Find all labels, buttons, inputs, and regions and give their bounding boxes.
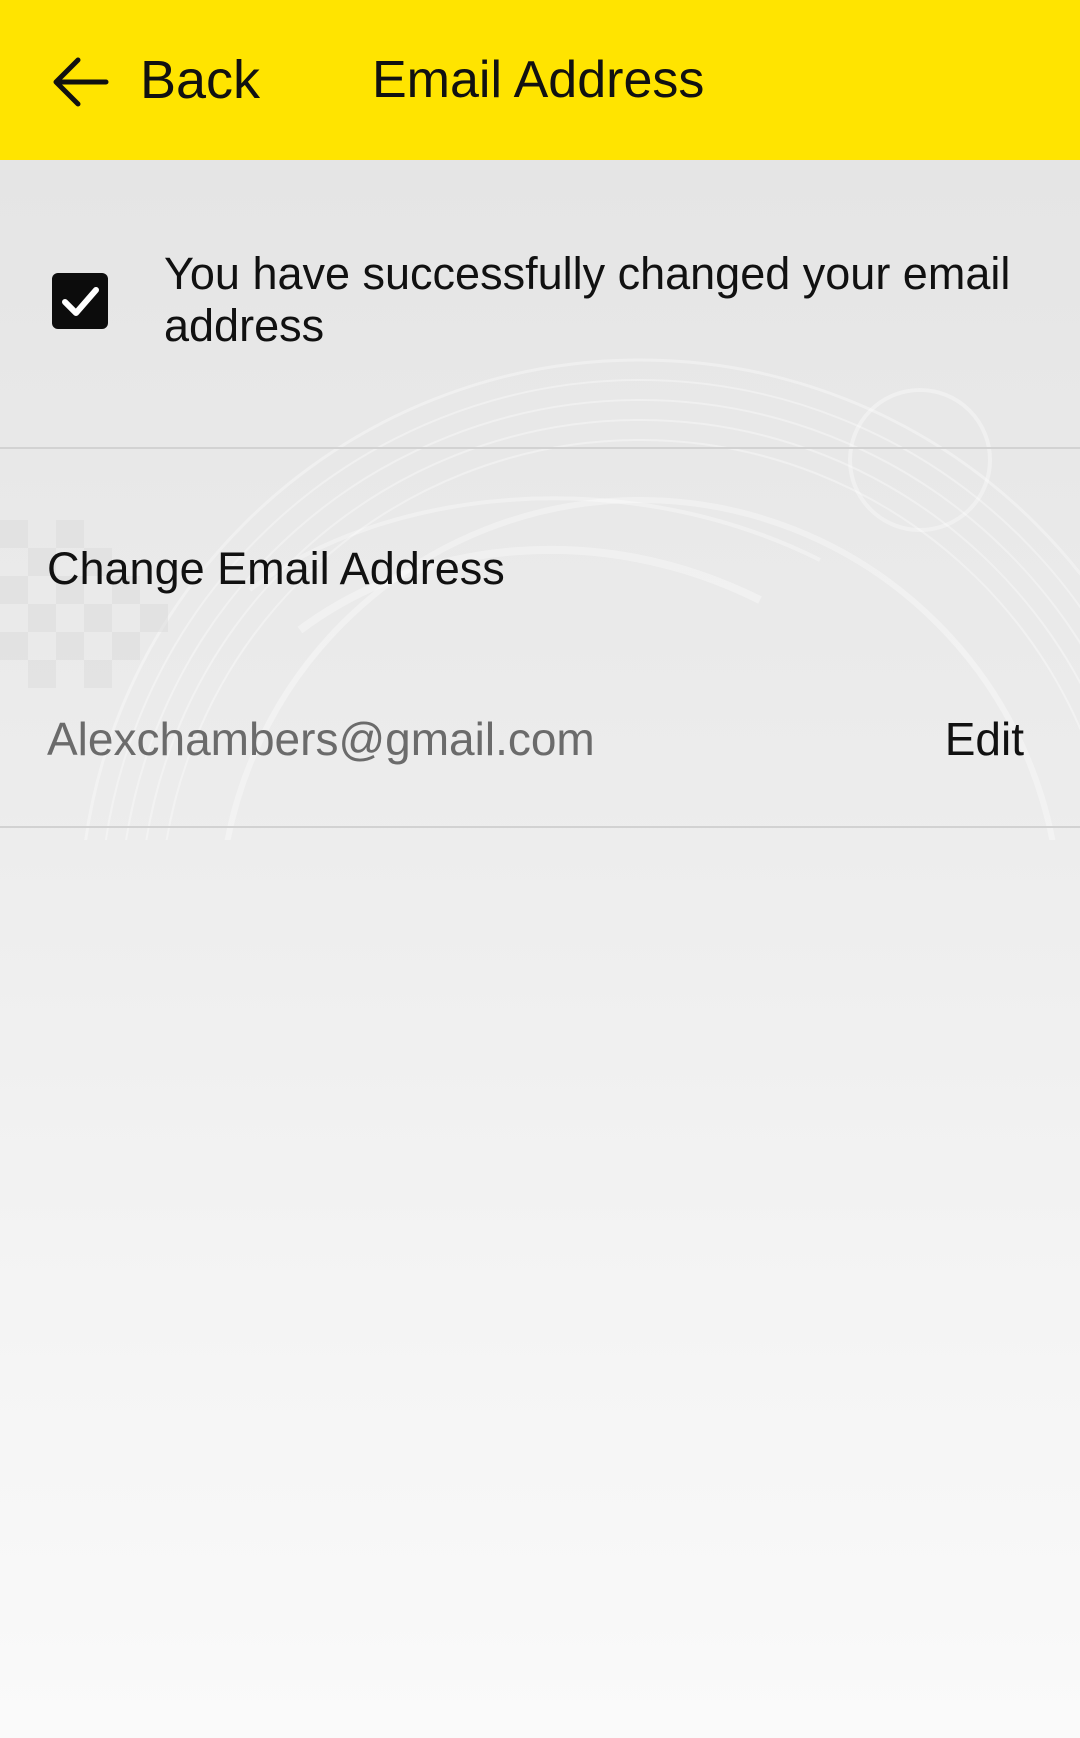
checkbox-checked-icon <box>52 273 108 329</box>
app-header: Back Email Address <box>0 0 1080 160</box>
back-label: Back <box>140 50 261 110</box>
success-message: You have successfully changed your email… <box>164 248 1011 351</box>
section-heading: Change Email Address <box>47 543 505 594</box>
arrow-left-icon <box>46 45 116 115</box>
success-banner: You have successfully changed your email… <box>0 160 1080 449</box>
page-title: Email Address <box>372 51 705 109</box>
back-button[interactable]: Back <box>46 40 260 120</box>
edit-button[interactable]: Edit <box>945 712 1024 766</box>
email-section: Change Email Address Alexchambers@gmail.… <box>0 449 1080 828</box>
email-value: Alexchambers@gmail.com <box>47 713 595 765</box>
